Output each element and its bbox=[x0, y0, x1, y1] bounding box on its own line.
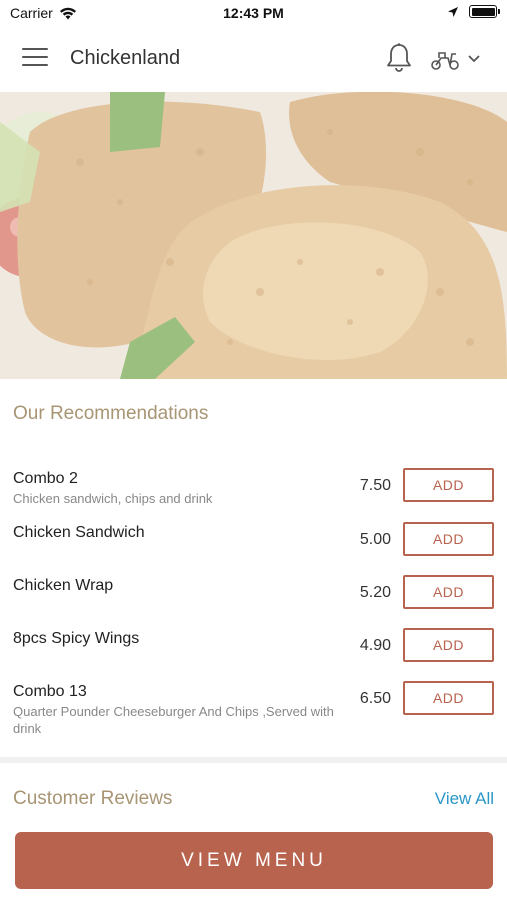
add-button[interactable]: ADD bbox=[403, 468, 494, 502]
delivery-mode-selector[interactable] bbox=[430, 45, 492, 73]
battery-icon bbox=[469, 5, 500, 18]
app-header: Chickenland bbox=[0, 26, 507, 92]
hero-image bbox=[0, 92, 507, 379]
item-price: 6.50 bbox=[359, 690, 391, 707]
app-title: Chickenland bbox=[70, 47, 181, 69]
scooter-icon bbox=[431, 52, 459, 70]
item-name: Combo 13 bbox=[13, 683, 87, 700]
item-description: Quarter Pounder Cheeseburger And Chips ,… bbox=[13, 704, 334, 736]
recommendations-title: Our Recommendations bbox=[13, 403, 209, 424]
item-name: Combo 2 bbox=[13, 470, 78, 487]
location-arrow-icon bbox=[448, 6, 458, 17]
item-name: Chicken Sandwich bbox=[13, 524, 145, 541]
status-indicators bbox=[447, 5, 500, 18]
view-all-link[interactable]: View All bbox=[435, 789, 494, 809]
status-time: 12:43 PM bbox=[223, 5, 284, 21]
add-button[interactable]: ADD bbox=[403, 628, 494, 662]
item-name: Chicken Wrap bbox=[13, 577, 114, 594]
chevron-down-icon bbox=[468, 55, 480, 63]
bell-icon[interactable] bbox=[384, 42, 414, 74]
add-button[interactable]: ADD bbox=[403, 522, 494, 556]
item-price: 7.50 bbox=[359, 477, 391, 494]
item-description: Chicken sandwich, chips and drink bbox=[13, 491, 213, 506]
view-menu-button[interactable]: VIEW MENU bbox=[15, 832, 493, 889]
hamburger-menu-icon[interactable] bbox=[22, 48, 48, 70]
add-button[interactable]: ADD bbox=[403, 575, 494, 609]
item-price: 5.20 bbox=[359, 584, 391, 601]
item-name: 8pcs Spicy Wings bbox=[13, 630, 140, 647]
section-divider bbox=[0, 757, 507, 763]
status-bar: Carrier 12:43 PM bbox=[0, 0, 507, 26]
add-button[interactable]: ADD bbox=[403, 681, 494, 715]
item-price: 4.90 bbox=[359, 637, 391, 654]
customer-reviews-title: Customer Reviews bbox=[13, 788, 173, 809]
item-price: 5.00 bbox=[359, 531, 391, 548]
